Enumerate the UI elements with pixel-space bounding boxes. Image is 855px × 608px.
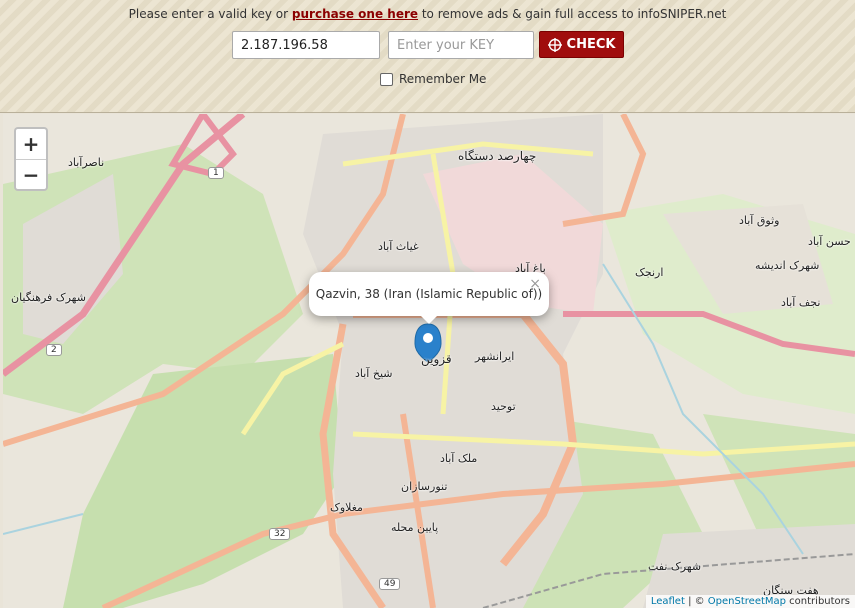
location-popup: Qazvin, 38 (Iran (Islamic Republic of)) … <box>309 272 549 324</box>
road-number-shield: 32 <box>269 528 291 540</box>
check-button[interactable]: CHECK <box>539 31 624 58</box>
map-view[interactable]: + − قزوین چهارصد دستگاه ناصرآباد شهرک فرهنگ… <box>3 114 855 608</box>
map-place-label: ارنجک <box>635 266 664 279</box>
road-number-shield: 2 <box>46 344 62 356</box>
close-icon[interactable]: × <box>529 276 541 292</box>
zoom-control: + − <box>14 127 48 191</box>
attribution-tail: contributors <box>786 596 850 607</box>
notice-text: Please enter a valid key or <box>128 7 289 21</box>
map-place-label: نجف آباد <box>781 296 821 309</box>
map-place-label: چهارصد دستگاه <box>458 149 537 163</box>
map-place-label: توحید <box>491 400 516 413</box>
purchase-link[interactable]: purchase one here <box>292 7 418 21</box>
popup-text: Qazvin, 38 (Iran (Islamic Republic of)) <box>315 287 543 301</box>
zoom-in-button[interactable]: + <box>16 129 46 160</box>
map-place-label: مغلاوک <box>330 501 363 514</box>
key-notice: Please enter a valid key or purchase one… <box>0 7 855 21</box>
zoom-out-button[interactable]: − <box>16 160 46 190</box>
map-place-label: قزوین <box>421 352 452 366</box>
map-place-label: شیخ آباد <box>355 367 393 380</box>
key-placeholder: Enter your KEY <box>397 37 495 53</box>
check-label: CHECK <box>566 37 616 52</box>
map-place-label: ملک آباد <box>440 452 478 465</box>
map-place-label: شهرک نفت <box>648 560 702 573</box>
leaflet-link[interactable]: Leaflet <box>651 596 685 607</box>
remember-label: Remember Me <box>399 72 487 86</box>
map-place-label: غیاث آباد <box>378 240 419 253</box>
popup-tip <box>420 315 438 324</box>
crosshair-icon <box>547 37 562 52</box>
top-banner: Please enter a valid key or purchase one… <box>0 0 855 113</box>
map-place-label: شهرک فرهنگیان <box>11 291 86 304</box>
remember-checkbox[interactable] <box>380 72 393 86</box>
ip-input[interactable]: 2.187.196.58 <box>232 31 380 59</box>
map-place-label: وثوق آباد <box>739 214 780 227</box>
map-place-label: شهرک اندیشه <box>755 259 820 272</box>
key-input[interactable]: Enter your KEY <box>388 31 534 59</box>
map-place-label: پایین محله <box>391 521 439 534</box>
road-number-shield: 49 <box>379 578 401 590</box>
remember-me: Remember Me <box>380 72 486 86</box>
map-place-label: حسن آباد <box>808 235 851 248</box>
road-number-shield: 1 <box>208 167 224 179</box>
ip-value: 2.187.196.58 <box>241 37 328 53</box>
map-attribution: Leaflet | © OpenStreetMap contributors <box>645 595 855 608</box>
map-place-label: ناصرآباد <box>68 156 105 169</box>
attribution-sep: | © <box>684 596 708 607</box>
notice-text-tail: to remove ads & gain full access to info… <box>421 7 727 21</box>
map-place-label: ایرانشهر <box>475 350 515 363</box>
osm-link[interactable]: OpenStreetMap <box>708 596 786 607</box>
map-place-label: تنورسازان <box>401 480 448 493</box>
